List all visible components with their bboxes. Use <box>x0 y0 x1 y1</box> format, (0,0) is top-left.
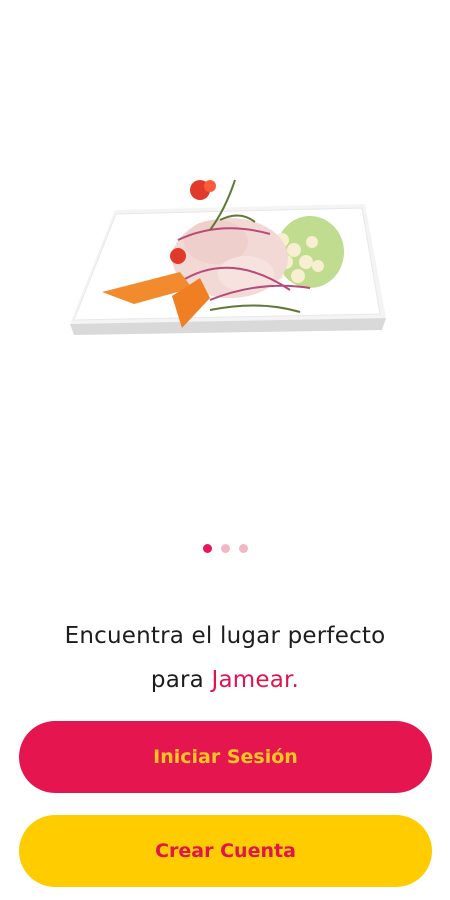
hero-food-image <box>60 170 395 350</box>
carousel-dot-1[interactable] <box>202 544 212 553</box>
headline-line-1: Encuentra el lugar perfecto <box>64 623 386 649</box>
carousel-dot-2[interactable] <box>220 544 230 553</box>
create-account-button[interactable]: Crear Cuenta <box>19 815 432 887</box>
headline-brand-accent: Jamear. <box>211 667 300 693</box>
carousel-indicator <box>0 544 450 553</box>
carousel-dot-3[interactable] <box>238 544 248 553</box>
headline-line-2: para Jamear. <box>0 658 450 702</box>
headline-prefix: para <box>150 667 212 693</box>
welcome-headline: Encuentra el lugar perfecto para Jamear. <box>0 614 450 702</box>
login-button[interactable]: Iniciar Sesión <box>19 721 432 793</box>
